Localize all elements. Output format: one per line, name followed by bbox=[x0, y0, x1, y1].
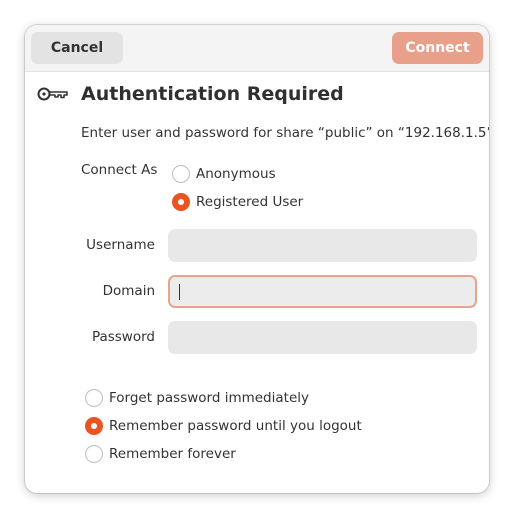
radio-anonymous-indicator[interactable] bbox=[172, 165, 190, 183]
key-icon bbox=[37, 87, 68, 101]
cancel-button[interactable]: Cancel bbox=[31, 32, 123, 64]
domain-label: Domain bbox=[102, 283, 155, 299]
connect-button[interactable]: Connect bbox=[392, 32, 483, 64]
radio-remember-forever-indicator[interactable] bbox=[85, 445, 103, 463]
domain-field[interactable] bbox=[168, 275, 477, 308]
username-label: Username bbox=[86, 237, 155, 253]
username-field[interactable] bbox=[168, 229, 477, 262]
connect-as-label: Connect As bbox=[81, 162, 158, 178]
radio-remember-forever[interactable]: Remember forever bbox=[85, 445, 236, 463]
dialog-subtitle: Enter user and password for share “publi… bbox=[81, 125, 489, 141]
radio-remember-until-logout[interactable]: Remember password until you logout bbox=[85, 417, 362, 435]
radio-forget-immediately-label: Forget password immediately bbox=[109, 390, 309, 406]
connect-button-label: Connect bbox=[405, 40, 470, 56]
radio-registered-user-indicator[interactable] bbox=[172, 193, 190, 211]
dialog-header: Cancel Connect bbox=[25, 25, 489, 72]
dialog-title: Authentication Required bbox=[81, 83, 344, 105]
radio-registered-user-label: Registered User bbox=[196, 194, 304, 210]
text-caret bbox=[179, 284, 180, 300]
radio-remember-until-logout-indicator[interactable] bbox=[85, 417, 103, 435]
radio-anonymous[interactable]: Anonymous bbox=[172, 165, 276, 183]
cancel-button-label: Cancel bbox=[50, 40, 104, 56]
password-label: Password bbox=[91, 329, 155, 345]
authentication-dialog: Cancel Connect Authentication Required E… bbox=[25, 25, 489, 493]
radio-forget-immediately-indicator[interactable] bbox=[85, 389, 103, 407]
radio-registered-user[interactable]: Registered User bbox=[172, 193, 303, 211]
radio-forget-immediately[interactable]: Forget password immediately bbox=[85, 389, 309, 407]
title-row: Authentication Required bbox=[37, 83, 344, 105]
radio-remember-forever-label: Remember forever bbox=[109, 446, 236, 462]
radio-anonymous-label: Anonymous bbox=[196, 166, 276, 182]
radio-remember-until-logout-label: Remember password until you logout bbox=[109, 418, 362, 434]
password-field[interactable] bbox=[168, 321, 477, 354]
